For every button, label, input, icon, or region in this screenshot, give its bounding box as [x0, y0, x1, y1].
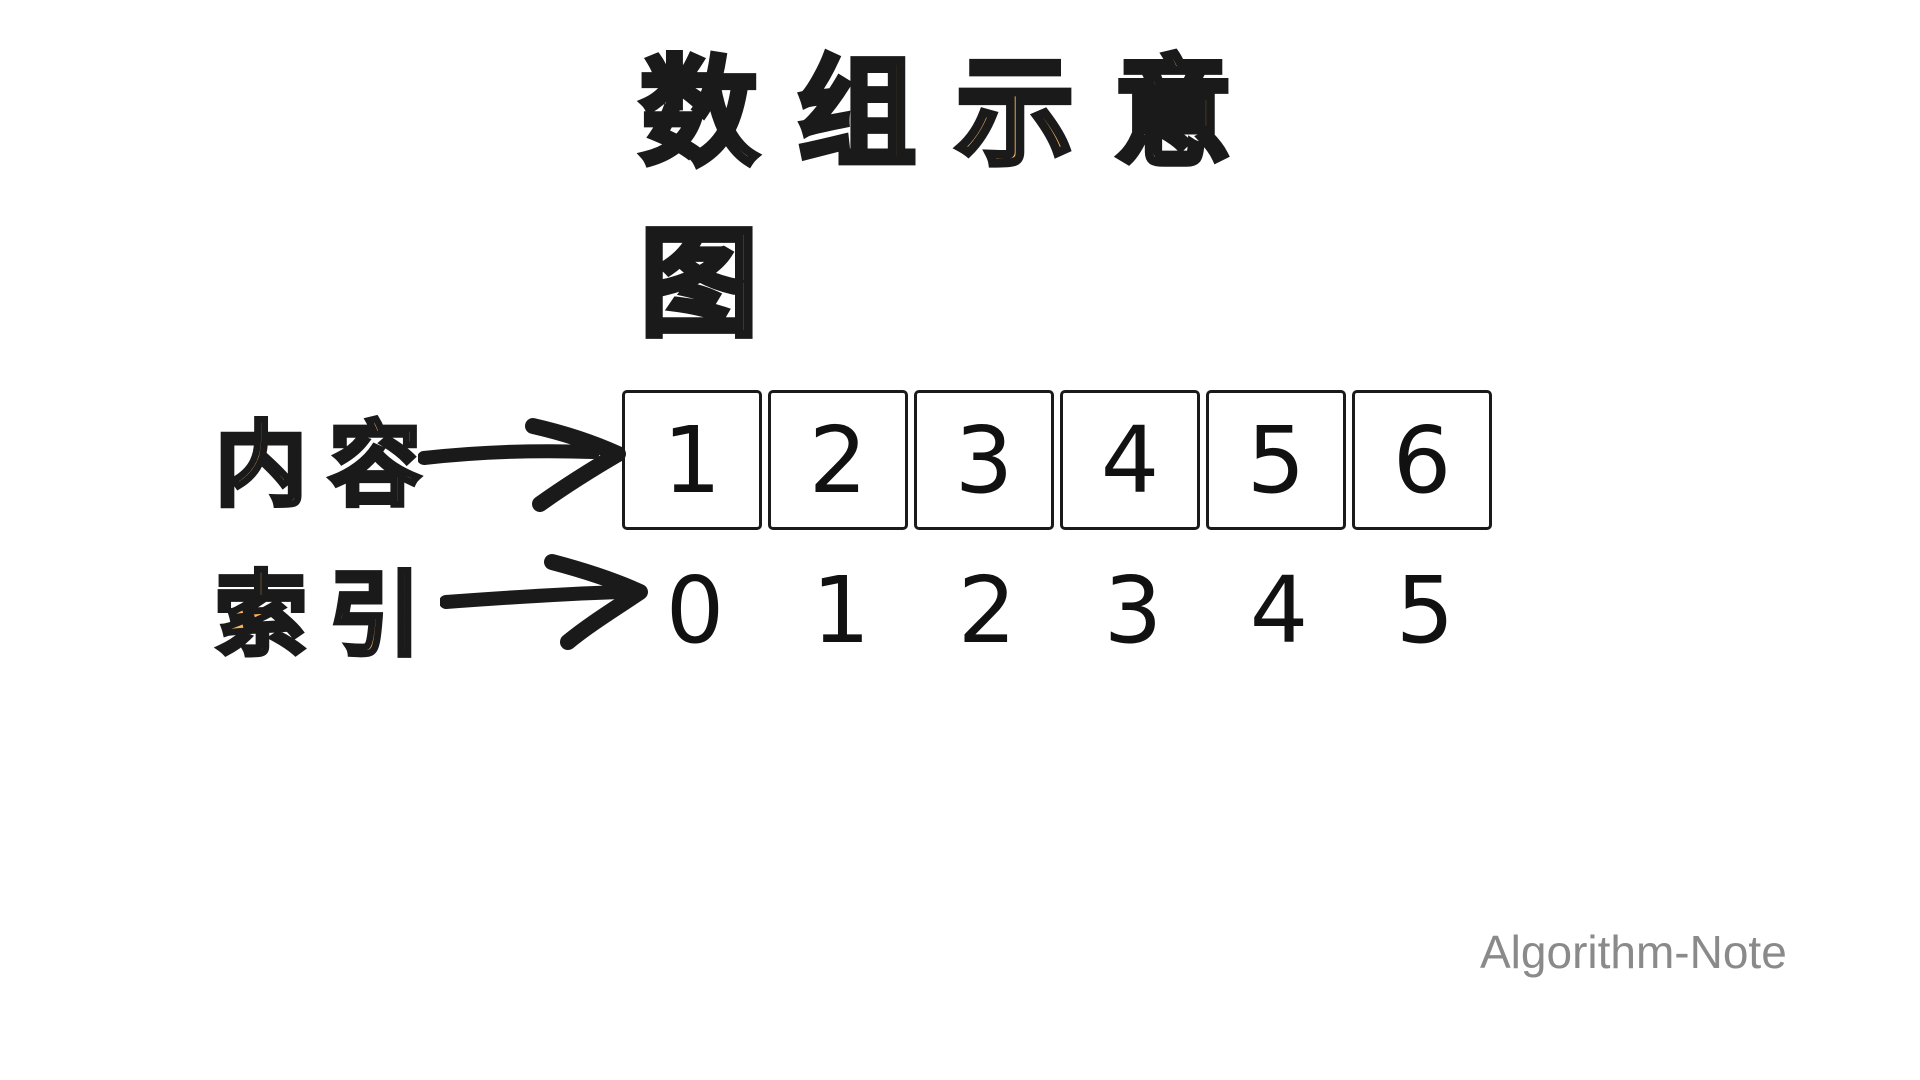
array-index: 4	[1249, 556, 1309, 664]
array-cell: 1	[622, 390, 762, 530]
array-cell: 3	[914, 390, 1054, 530]
array-index: 0	[665, 556, 725, 664]
index-label: 索引	[213, 562, 444, 669]
diagram-canvas: 数组示意图 内容 索引 1 2 3 4 5 6 0 1 2 3 4 5 Algo…	[0, 0, 1920, 1080]
array-index: 1	[811, 556, 871, 664]
array-index: 5	[1395, 556, 1455, 664]
array-cell: 6	[1352, 390, 1492, 530]
array-cell: 2	[768, 390, 908, 530]
watermark-text: Algorithm-Note	[1480, 926, 1787, 978]
array-cell: 4	[1060, 390, 1200, 530]
array-index: 3	[1103, 556, 1163, 664]
diagram-title: 数组示意图	[638, 42, 1273, 356]
content-label: 内容	[213, 412, 444, 519]
array-cells: 1 2 3 4 5 6	[622, 390, 1498, 534]
index-arrow-icon	[440, 554, 648, 650]
array-indices: 0 1 2 3 4 5	[622, 550, 1498, 670]
content-arrow-icon	[418, 418, 626, 512]
array-cell: 5	[1206, 390, 1346, 530]
array-index: 2	[957, 556, 1017, 664]
